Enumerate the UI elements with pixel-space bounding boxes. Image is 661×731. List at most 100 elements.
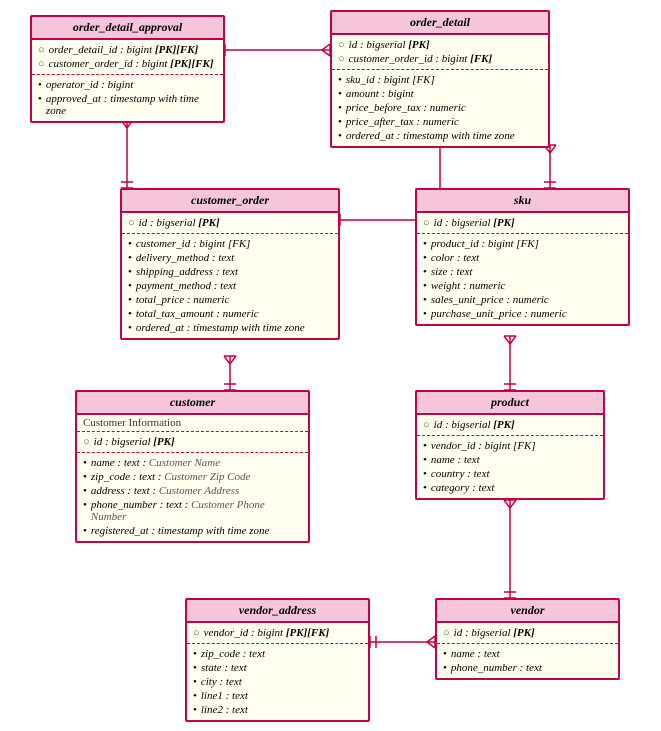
bullet-icon: • — [338, 102, 342, 114]
field-row: • sku_id : bigint [FK] — [338, 73, 542, 87]
field-text: state : text — [201, 662, 247, 674]
field-row: • ordered_at : timestamp with time zone — [128, 321, 332, 335]
pk-row: ○ customer_order_id : bigint [FK] — [338, 52, 542, 66]
bullet-icon: • — [83, 471, 87, 483]
field-row: • weight : numeric — [423, 279, 622, 293]
field-text: phone_number : text — [451, 662, 542, 674]
bullet-icon: • — [423, 440, 427, 452]
field-text: amount : bigint — [346, 88, 414, 100]
bullet-icon: • — [193, 690, 197, 702]
field-row: • customer_id : bigint [FK] — [128, 237, 332, 251]
entity-vendor: vendor ○ id : bigserial [PK] • name : te… — [435, 598, 620, 680]
entity-pk-section-approval: ○ order_detail_id : bigint [PK][FK] ○ cu… — [32, 40, 223, 75]
field-text: name : text — [451, 648, 500, 660]
bullet-icon: • — [423, 266, 427, 278]
field-row: • phone_number : text : Customer Phone N… — [83, 498, 302, 524]
field-text: delivery_method : text — [136, 252, 234, 264]
entity-body-sku: • product_id : bigint [FK] • color : tex… — [417, 234, 628, 324]
bullet-icon: • — [193, 676, 197, 688]
field-row: • sales_unit_price : numeric — [423, 293, 622, 307]
field-row: • registered_at : timestamp with time zo… — [83, 524, 302, 538]
bullet-icon: • — [83, 499, 87, 511]
pk-row: ○ id : bigserial [PK] — [83, 435, 302, 449]
field-text: order_detail_id : bigint [PK][FK] — [49, 44, 199, 56]
bullet-icon: • — [423, 252, 427, 264]
pk-row: ○ vendor_id : bigint [PK][FK] — [193, 626, 362, 640]
field-row: • purchase_unit_price : numeric — [423, 307, 622, 321]
field-row: • shipping_address : text — [128, 265, 332, 279]
entity-pk-section-order-detail: ○ id : bigserial [PK] ○ customer_order_i… — [332, 35, 548, 70]
bullet-icon: • — [83, 485, 87, 497]
field-text: approved_at : timestamp with time zone — [46, 93, 217, 117]
entity-body-vendor-address: • zip_code : text • state : text • city … — [187, 644, 368, 720]
field-row: • ordered_at : timestamp with time zone — [338, 129, 542, 143]
field-row: • line2 : text — [193, 703, 362, 717]
pk-icon: ○ — [423, 217, 430, 229]
entity-body-order-detail: • sku_id : bigint [FK] • amount : bigint… — [332, 70, 548, 146]
bullet-icon: • — [423, 454, 427, 466]
bullet-icon: • — [128, 238, 132, 250]
bullet-icon: • — [338, 74, 342, 86]
bullet-icon: • — [338, 130, 342, 142]
pk-row: ○ id : bigserial [PK] — [423, 216, 622, 230]
bullet-icon: • — [38, 93, 42, 105]
field-text: ordered_at : timestamp with time zone — [346, 130, 515, 142]
entity-header-customer-order: customer_order — [122, 190, 338, 213]
field-row: • total_tax_amount : numeric — [128, 307, 332, 321]
field-row: • total_price : numeric — [128, 293, 332, 307]
pk-icon: ○ — [338, 53, 345, 65]
entity-pk-section-vendor-address: ○ vendor_id : bigint [PK][FK] — [187, 623, 368, 644]
field-text: vendor_id : bigint [FK] — [431, 440, 536, 452]
field-text: name : text — [431, 454, 480, 466]
pk-icon: ○ — [128, 217, 135, 229]
bullet-icon: • — [423, 468, 427, 480]
field-text: vendor_id : bigint [PK][FK] — [204, 627, 330, 639]
entity-pk-section-vendor: ○ id : bigserial [PK] — [437, 623, 618, 644]
field-text: id : bigserial [PK] — [139, 217, 220, 229]
pk-row: ○ order_detail_id : bigint [PK][FK] — [38, 43, 217, 57]
customer-name-comment: Customer Name — [149, 457, 220, 469]
entity-header-product: product — [417, 392, 603, 415]
entity-pk-section-product: ○ id : bigserial [PK] — [417, 415, 603, 436]
pk-row: ○ id : bigserial [PK] — [423, 418, 597, 432]
field-text: customer_order_id : bigint [PK][FK] — [49, 58, 214, 70]
field-row: • category : text — [423, 481, 597, 495]
field-row: • address : text : Customer Address — [83, 484, 302, 498]
entity-vendor-address: vendor_address ○ vendor_id : bigint [PK]… — [185, 598, 370, 722]
field-row: • operator_id : bigint — [38, 78, 217, 92]
field-row: • size : text — [423, 265, 622, 279]
customer-address-comment: Customer Address — [159, 485, 239, 497]
field-name-text: name : text : Customer Name — [91, 457, 220, 469]
bullet-icon: • — [128, 308, 132, 320]
entity-customer-order: customer_order ○ id : bigserial [PK] • c… — [120, 188, 340, 340]
pk-icon: ○ — [38, 58, 45, 70]
field-row: • approved_at : timestamp with time zone — [38, 92, 217, 118]
diagram-container: order_detail_approval ○ order_detail_id … — [0, 0, 661, 731]
bullet-icon: • — [128, 322, 132, 334]
entity-pk-section-sku: ○ id : bigserial [PK] — [417, 213, 628, 234]
pk-icon: ○ — [338, 39, 345, 51]
field-text: registered_at : timestamp with time zone — [91, 525, 270, 537]
field-row: • delivery_method : text — [128, 251, 332, 265]
entity-body-customer: • name : text : Customer Name • zip_code… — [77, 453, 308, 541]
pk-icon: ○ — [83, 436, 90, 448]
field-row: • name : text — [423, 453, 597, 467]
field-text: customer_order_id : bigint [FK] — [349, 53, 493, 65]
entity-order-detail: order_detail ○ id : bigserial [PK] ○ cus… — [330, 10, 550, 148]
entity-order-detail-approval: order_detail_approval ○ order_detail_id … — [30, 15, 225, 123]
field-text: total_tax_amount : numeric — [136, 308, 259, 320]
field-row: • price_after_tax : numeric — [338, 115, 542, 129]
entity-header-order-detail: order_detail — [332, 12, 548, 35]
pk-row: ○ id : bigserial [PK] — [128, 216, 332, 230]
field-text: sales_unit_price : numeric — [431, 294, 549, 306]
bullet-icon: • — [193, 648, 197, 660]
field-text: city : text — [201, 676, 242, 688]
bullet-icon: • — [338, 88, 342, 100]
entity-body-vendor: • name : text • phone_number : text — [437, 644, 618, 678]
field-row: • amount : bigint — [338, 87, 542, 101]
bullet-icon: • — [128, 294, 132, 306]
field-text: price_before_tax : numeric — [346, 102, 466, 114]
field-row: • line1 : text — [193, 689, 362, 703]
bullet-icon: • — [443, 648, 447, 660]
field-text: id : bigserial [PK] — [349, 39, 430, 51]
